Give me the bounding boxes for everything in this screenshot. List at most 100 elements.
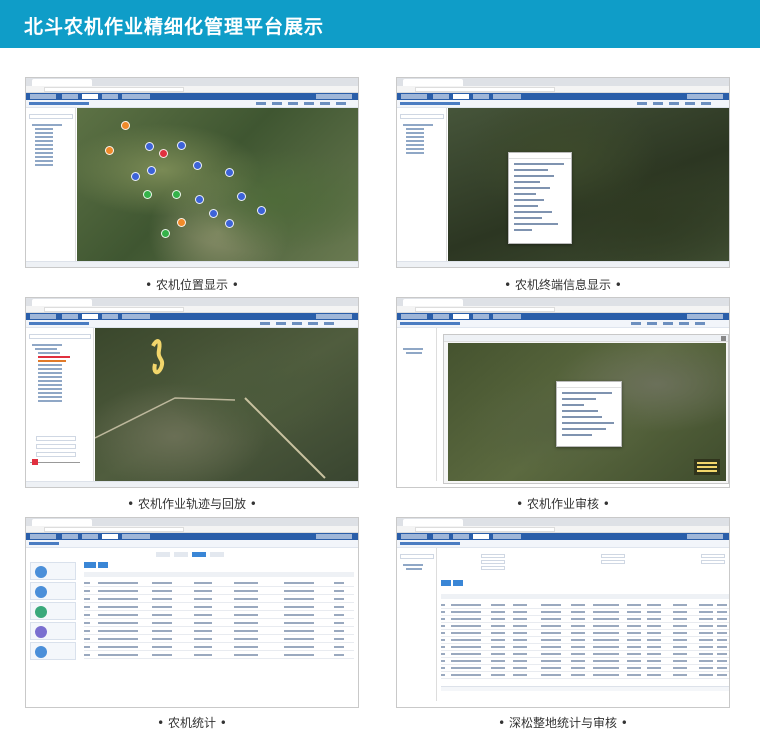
tree-node[interactable]	[406, 136, 424, 138]
nav-item[interactable]	[122, 94, 150, 99]
stat-card[interactable]	[30, 602, 76, 620]
stat-card[interactable]	[30, 582, 76, 600]
tree-node[interactable]	[406, 568, 422, 570]
tree-node[interactable]	[403, 348, 423, 350]
filter-field[interactable]	[481, 560, 505, 564]
tree-node[interactable]	[35, 148, 53, 150]
nav-item-active[interactable]	[102, 534, 118, 539]
tree-node[interactable]	[38, 380, 62, 382]
machine-marker[interactable]	[172, 190, 181, 199]
nav-item[interactable]	[493, 94, 521, 99]
tree-node[interactable]	[38, 364, 62, 366]
browser-tab[interactable]	[32, 299, 92, 306]
table-row[interactable]	[441, 643, 729, 644]
user-menu[interactable]	[687, 534, 723, 539]
table-row[interactable]	[441, 629, 729, 630]
nav-item[interactable]	[473, 314, 489, 319]
browser-tab[interactable]	[32, 519, 92, 526]
table-row[interactable]	[441, 636, 729, 637]
tool-button[interactable]	[647, 322, 657, 325]
machine-marker[interactable]	[105, 146, 114, 155]
table-row[interactable]	[441, 622, 729, 623]
nav-item[interactable]	[102, 314, 118, 319]
tool-button[interactable]	[631, 322, 641, 325]
nav-item[interactable]	[453, 534, 469, 539]
screenshot-work-review[interactable]	[396, 297, 730, 488]
nav-item[interactable]	[62, 534, 78, 539]
tree-node[interactable]	[38, 352, 60, 354]
nav-item[interactable]	[122, 534, 150, 539]
tree-node[interactable]	[38, 384, 62, 386]
tree-node[interactable]	[406, 132, 424, 134]
tree-node[interactable]	[35, 160, 53, 162]
browser-tab[interactable]	[403, 519, 463, 526]
table-row[interactable]	[84, 642, 354, 643]
tree-node[interactable]	[406, 140, 424, 142]
satellite-map[interactable]	[77, 108, 358, 263]
table-row[interactable]	[441, 664, 729, 665]
tree-node[interactable]	[38, 400, 62, 402]
screenshot-machine-statistics[interactable]	[25, 517, 359, 708]
speed-field[interactable]	[36, 452, 76, 457]
tree-node[interactable]	[38, 392, 62, 394]
table-row[interactable]	[84, 586, 354, 587]
filter-field[interactable]	[601, 560, 625, 564]
table-row[interactable]	[441, 671, 729, 672]
table-row[interactable]	[84, 650, 354, 651]
machine-marker[interactable]	[121, 121, 130, 130]
tree-node[interactable]	[38, 388, 62, 390]
play-button[interactable]	[32, 459, 38, 465]
tree-node[interactable]	[35, 144, 53, 146]
nav-item-active[interactable]	[82, 314, 98, 319]
close-icon[interactable]	[721, 336, 726, 341]
url-field[interactable]	[415, 307, 555, 312]
stat-tab[interactable]	[210, 552, 224, 557]
tool-button[interactable]	[272, 102, 282, 105]
tree-node[interactable]	[406, 152, 424, 154]
satellite-map[interactable]	[95, 328, 358, 483]
table-row[interactable]	[84, 658, 354, 659]
browser-tab[interactable]	[32, 79, 92, 86]
stat-card[interactable]	[30, 562, 76, 580]
filter-field[interactable]	[601, 554, 625, 558]
tool-button[interactable]	[669, 102, 679, 105]
nav-item[interactable]	[122, 314, 150, 319]
export-button[interactable]	[453, 580, 463, 586]
machine-marker[interactable]	[257, 206, 266, 215]
tree-search-input[interactable]	[29, 114, 73, 119]
tree-node[interactable]	[32, 344, 62, 346]
url-field[interactable]	[415, 87, 555, 92]
table-row[interactable]	[84, 634, 354, 635]
tool-button[interactable]	[320, 102, 330, 105]
table-row[interactable]	[441, 678, 729, 679]
filter-field[interactable]	[701, 560, 725, 564]
nav-item[interactable]	[493, 534, 521, 539]
table-row[interactable]	[84, 594, 354, 595]
machine-marker[interactable]	[193, 161, 202, 170]
table-row[interactable]	[441, 608, 729, 609]
tool-button[interactable]	[336, 102, 346, 105]
machine-marker[interactable]	[131, 172, 140, 181]
tree-search-input[interactable]	[29, 334, 91, 339]
tree-node[interactable]	[406, 144, 424, 146]
tool-button[interactable]	[292, 322, 302, 325]
user-menu[interactable]	[316, 534, 352, 539]
tool-button[interactable]	[324, 322, 334, 325]
tree-node[interactable]	[38, 396, 62, 398]
tree-node[interactable]	[35, 152, 53, 154]
tool-button[interactable]	[304, 102, 314, 105]
tool-button[interactable]	[663, 322, 673, 325]
url-field[interactable]	[44, 527, 184, 532]
machine-marker[interactable]	[161, 229, 170, 238]
tree-node[interactable]	[406, 352, 422, 354]
tree-search-input[interactable]	[400, 114, 444, 119]
nav-item[interactable]	[433, 314, 449, 319]
machine-marker[interactable]	[159, 149, 168, 158]
filter-field[interactable]	[481, 566, 505, 570]
nav-item[interactable]	[62, 94, 78, 99]
tool-button[interactable]	[276, 322, 286, 325]
tree-node[interactable]	[406, 128, 424, 130]
table-row[interactable]	[441, 615, 729, 616]
table-row[interactable]	[441, 650, 729, 651]
tool-button[interactable]	[695, 322, 705, 325]
